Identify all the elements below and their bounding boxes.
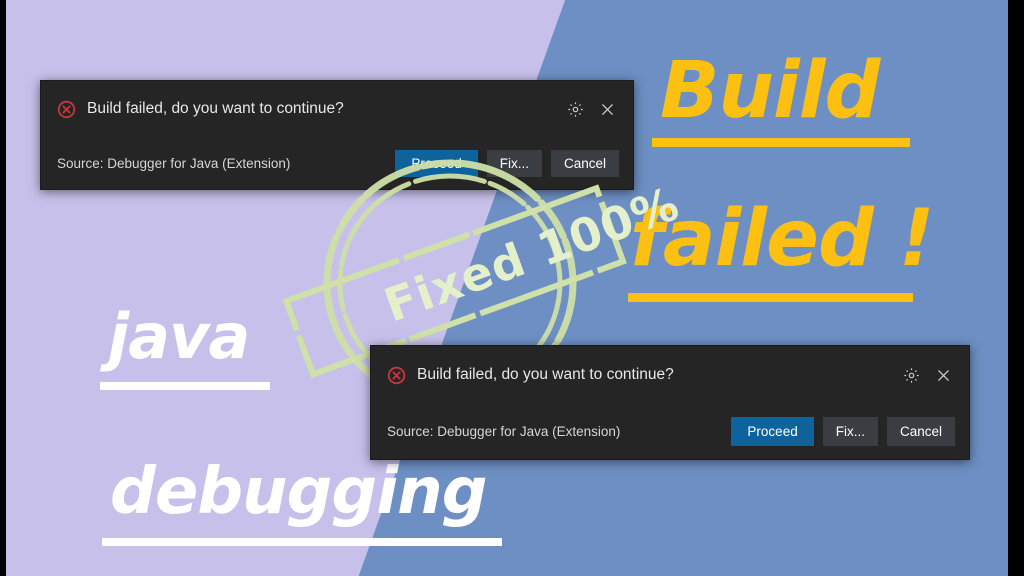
proceed-button[interactable]: Proceed: [731, 417, 814, 447]
dialog-message-row: Build failed, do you want to continue?: [41, 81, 633, 137]
dialog-source-text: Source: Debugger for Java (Extension): [387, 424, 621, 440]
gear-icon[interactable]: [563, 97, 587, 121]
error-circle-x-icon: [387, 366, 406, 385]
fix-button[interactable]: Fix...: [822, 417, 878, 447]
dialog-action-row: Source: Debugger for Java (Extension) Pr…: [371, 405, 969, 459]
dialog-source-text: Source: Debugger for Java (Extension): [57, 155, 291, 171]
dialog-action-row: Source: Debugger for Java (Extension) Pr…: [41, 137, 633, 189]
cancel-button[interactable]: Cancel: [886, 417, 955, 447]
close-icon[interactable]: [595, 97, 619, 121]
cancel-button[interactable]: Cancel: [550, 149, 619, 177]
proceed-button[interactable]: Proceed: [395, 149, 478, 177]
screenshot-canvas: Build failed, do you want to continue? S…: [0, 0, 1024, 576]
error-circle-x-icon: [57, 100, 76, 118]
dialog-message-row: Build failed, do you want to continue?: [371, 346, 969, 405]
notification-dialog-2[interactable]: Build failed, do you want to continue? S…: [370, 345, 970, 460]
frame-border-left: [0, 0, 6, 576]
gear-icon[interactable]: [899, 363, 923, 387]
frame-border-right: [1008, 0, 1024, 576]
close-icon[interactable]: [931, 363, 955, 387]
dialog-message-text: Build failed, do you want to continue?: [87, 100, 344, 118]
notification-dialog-1[interactable]: Build failed, do you want to continue? S…: [40, 80, 634, 190]
fix-button[interactable]: Fix...: [486, 149, 542, 177]
dialog-message-text: Build failed, do you want to continue?: [417, 366, 674, 384]
